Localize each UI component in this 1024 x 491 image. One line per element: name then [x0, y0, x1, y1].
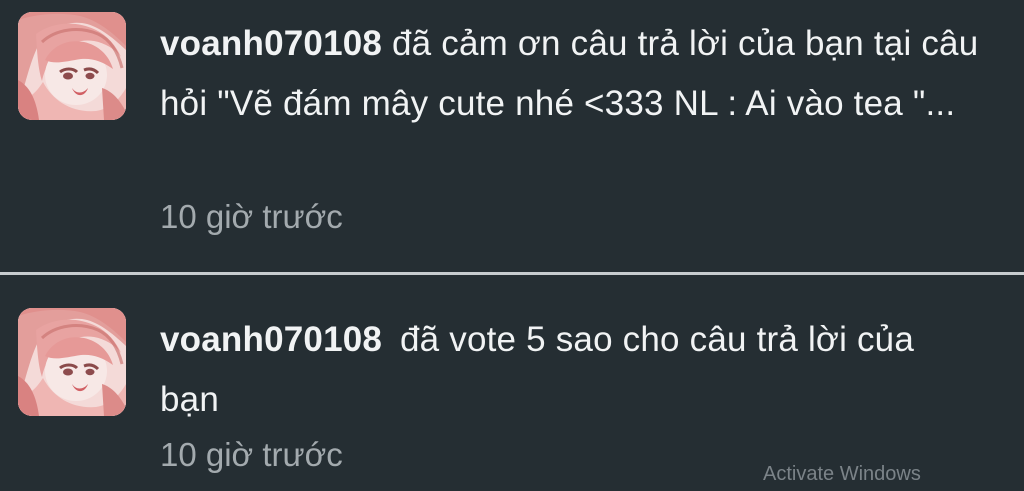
timestamp: 10 giờ trước: [160, 436, 343, 473]
notification-item[interactable]: voanh070108 đã cảm ơn câu trả lời của bạ…: [0, 0, 1024, 272]
windows-activation-watermark: Activate Windows: [763, 463, 921, 485]
notification-message: voanh070108 đã cảm ơn câu trả lời của bạ…: [160, 14, 980, 134]
notification-message: voanh070108 đã vote 5 sao cho câu trả lờ…: [160, 310, 980, 430]
avatar[interactable]: [18, 308, 126, 416]
anime-girl-avatar-icon: [18, 308, 126, 416]
username-link[interactable]: voanh070108: [160, 320, 382, 359]
anime-girl-avatar-icon: [18, 12, 126, 120]
notification-item[interactable]: voanh070108 đã vote 5 sao cho câu trả lờ…: [0, 276, 1024, 491]
avatar[interactable]: [18, 12, 126, 120]
notification-feed: voanh070108 đã cảm ơn câu trả lời của bạ…: [0, 0, 1024, 491]
username-link[interactable]: voanh070108: [160, 24, 382, 63]
divider: [0, 272, 1024, 275]
timestamp: 10 giờ trước: [160, 198, 343, 235]
